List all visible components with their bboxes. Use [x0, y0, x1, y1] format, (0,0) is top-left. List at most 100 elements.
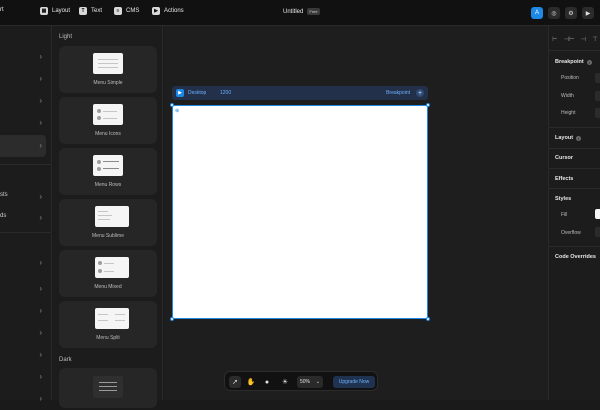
thumb-line [103, 168, 119, 169]
frame-header[interactable]: ▶ Desktop 1200 Breakpoint + [172, 86, 428, 100]
overflow-select[interactable] [595, 227, 600, 237]
comment-tool[interactable]: ● [261, 376, 273, 388]
select-tool[interactable]: ➚ [229, 376, 241, 388]
section-title: Code Overrides [555, 254, 596, 260]
component-card-menu-sublime[interactable]: Menu Sublime [59, 199, 157, 246]
menu-icons-thumbnail [93, 104, 123, 125]
upgrade-label: Upgrade Now [338, 379, 370, 385]
preview-button[interactable]: ▶ [582, 7, 594, 19]
settings-button[interactable]: ⚙ [565, 7, 577, 19]
project-name: Untitled [283, 8, 304, 15]
design-canvas[interactable]: ▶ Desktop 1200 Breakpoint + ⊕ ➚ ✋ ● ☀ 50… [164, 26, 548, 400]
chevron-down-icon: ⌄ [315, 379, 320, 385]
left-panel-row[interactable]: ds › [0, 207, 52, 229]
fill-swatch[interactable] [595, 209, 600, 219]
thumb-dot [98, 269, 102, 273]
width-label: Width [561, 93, 574, 99]
width-field[interactable] [595, 91, 600, 101]
cursor-icon: ➚ [232, 379, 238, 386]
left-panel-row[interactable]: › [0, 300, 52, 322]
resize-handle[interactable] [170, 103, 174, 107]
actions-menu[interactable]: ▶ Actions [152, 7, 184, 15]
resize-handle[interactable] [170, 317, 174, 321]
layout-icon: ▦ [40, 7, 48, 15]
globe-button[interactable]: ◎ [548, 7, 560, 19]
zoom-value: 50% [300, 379, 311, 385]
left-panel-row[interactable]: › [0, 90, 52, 112]
project-title[interactable]: Untitled Free [283, 8, 320, 15]
frame-origin-icon: ⊕ [175, 108, 180, 114]
effects-section[interactable]: Effects [555, 176, 573, 182]
cms-menu[interactable]: ≡ CMS [114, 7, 139, 15]
menu-sublime-thumbnail [95, 206, 129, 227]
hand-tool[interactable]: ✋ [245, 376, 257, 388]
text-menu[interactable]: T Text [79, 7, 102, 15]
align-center-icon[interactable]: ⊣⊢ [564, 36, 574, 43]
component-card-menu-icons[interactable]: Menu Icons [59, 97, 157, 144]
info-icon[interactable]: i [576, 135, 582, 141]
component-card-menu-split[interactable]: Menu Split [59, 301, 157, 348]
left-panel-row[interactable]: › [0, 112, 52, 134]
resize-handle[interactable] [426, 103, 430, 107]
breakpoint-label[interactable]: Breakpoint [386, 90, 410, 96]
thumb-dot [97, 160, 101, 164]
left-panel-row[interactable]: sts › [0, 186, 52, 208]
component-card-dark-menu[interactable] [59, 368, 157, 408]
upgrade-button[interactable]: Upgrade Now [333, 376, 375, 388]
hand-icon: ✋ [246, 379, 256, 386]
theme-toggle[interactable]: ☀ [279, 376, 291, 388]
position-label: Position [561, 75, 579, 81]
left-panel-row[interactable]: › [0, 278, 52, 300]
thumb-line [104, 271, 114, 272]
component-card-menu-simple[interactable]: Menu Simple [59, 46, 157, 93]
thumb-dot [98, 261, 102, 265]
user-avatar-button[interactable]: A [531, 7, 543, 19]
thumb-line [103, 118, 117, 119]
cursor-section[interactable]: Cursor [555, 155, 573, 161]
left-panel-row[interactable]: › [0, 344, 52, 366]
position-field[interactable] [595, 73, 600, 83]
layout-label: Layout [52, 8, 71, 14]
thumb-line [103, 161, 119, 162]
left-panel-row[interactable]: › [0, 46, 52, 68]
insert-menu[interactable]: rt [0, 7, 4, 13]
comment-icon: ● [264, 378, 270, 386]
text-label: Text [91, 8, 103, 14]
text-icon: T [79, 7, 87, 15]
thumb-dot [97, 109, 101, 113]
left-panel-row[interactable]: › [0, 366, 52, 388]
thumb-line [98, 63, 118, 64]
layout-menu[interactable]: ▦ Layout [40, 7, 70, 15]
breakpoint-section[interactable]: Breakpoint i [555, 59, 592, 65]
cms-icon: ≡ [114, 7, 122, 15]
height-field[interactable] [595, 108, 600, 118]
divider [549, 168, 600, 169]
resize-handle[interactable] [426, 317, 430, 321]
left-panel-row[interactable]: › [0, 68, 52, 90]
left-panel-row[interactable]: › [0, 388, 52, 410]
align-right-icon[interactable]: ⊣ [581, 36, 586, 43]
left-panel-row-selected[interactable]: › [0, 135, 46, 157]
left-panel-row[interactable]: › [0, 252, 52, 274]
zoom-select[interactable]: 50% ⌄ [297, 376, 323, 388]
alignment-toolbar: ⊢ ⊣⊢ ⊣ ⊤ [549, 32, 600, 46]
play-icon[interactable]: ▶ [176, 89, 184, 97]
add-breakpoint-icon[interactable]: + [416, 89, 424, 97]
component-card-menu-rows[interactable]: Menu Rows [59, 148, 157, 195]
card-caption: Menu Icons [95, 131, 121, 137]
desktop-frame[interactable]: ⊕ [170, 103, 430, 321]
component-card-menu-mixed[interactable]: Menu Mixed [59, 250, 157, 297]
section-title: Breakpoint [555, 59, 584, 65]
code-overrides-section[interactable]: Code Overrides [555, 254, 596, 260]
styles-section[interactable]: Styles [555, 196, 571, 202]
card-caption: Menu Mixed [94, 284, 122, 290]
left-panel-row[interactable]: › [0, 322, 52, 344]
layout-section[interactable]: Layout i [555, 135, 582, 141]
align-left-icon[interactable]: ⊢ [552, 36, 557, 43]
info-icon[interactable]: i [586, 59, 592, 65]
left-panel-row-label: ds [0, 213, 7, 219]
card-caption: Menu Split [96, 335, 120, 341]
card-caption: Menu Rows [94, 182, 122, 188]
align-top-icon[interactable]: ⊤ [593, 36, 598, 43]
frame-size: 1200 [220, 90, 232, 96]
